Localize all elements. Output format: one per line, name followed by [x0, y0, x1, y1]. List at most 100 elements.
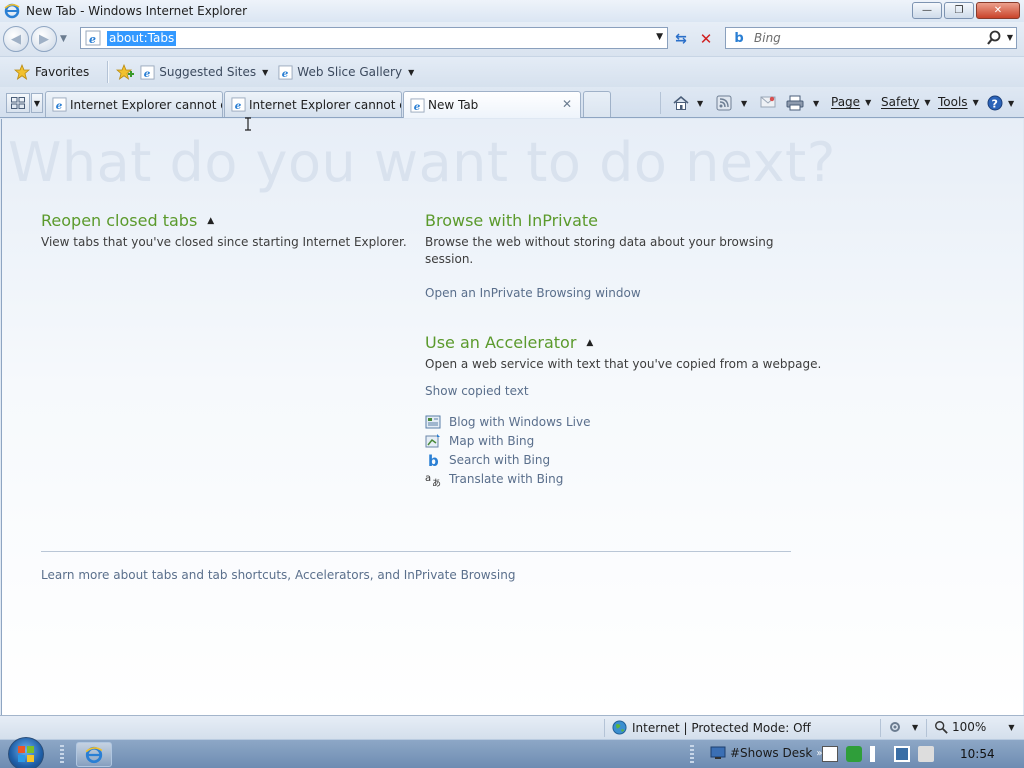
tab-label[interactable]: Internet Explorer cannot di... [70, 98, 222, 112]
learn-more-link[interactable]: Learn more about tabs and tab shortcuts,… [41, 568, 515, 582]
open-inprivate-link[interactable]: Open an InPrivate Browsing window [425, 286, 641, 300]
system-clock[interactable]: 10:54 [960, 747, 995, 761]
accelerator-item-search[interactable]: b Search with Bing [425, 452, 550, 468]
address-dropdown-icon[interactable]: ▼ [656, 32, 663, 42]
tab-list-dropdown[interactable]: ▼ [31, 93, 43, 113]
favorites-label: Favorites [35, 65, 90, 79]
close-tab-icon[interactable]: ✕ [562, 97, 572, 111]
search-icon[interactable] [986, 30, 1002, 46]
desktop-icon [710, 746, 726, 759]
chevron-down-icon[interactable]: ▼ [1008, 99, 1014, 108]
help-icon: ? [987, 95, 1003, 111]
security-zone[interactable]: Internet | Protected Mode: Off [612, 720, 811, 735]
chevron-down-icon[interactable]: ▼ [262, 68, 268, 77]
page-menu-button[interactable]: Page ▼ [831, 95, 871, 109]
read-mail-button[interactable] [760, 95, 776, 109]
tools-menu-label[interactable]: Tools [938, 95, 968, 109]
svg-text:e: e [235, 100, 242, 112]
search-placeholder[interactable]: Bing [754, 31, 781, 45]
web-slice-gallery-item[interactable]: e Web Slice Gallery ▼ [278, 64, 414, 80]
use-accelerator-heading[interactable]: Use an Accelerator ▲ [425, 333, 593, 352]
new-tab-button[interactable] [583, 91, 611, 117]
chevron-down-icon[interactable]: ▼ [408, 68, 414, 77]
globe-icon [612, 720, 627, 735]
tools-menu-button[interactable]: Tools ▼ [938, 95, 979, 109]
suggested-sites-label[interactable]: Suggested Sites [159, 65, 256, 79]
status-bar: Internet | Protected Mode: Off ▼ 100% ▼ [0, 715, 1024, 739]
page-ie-icon: e [85, 30, 101, 46]
safety-menu-button[interactable]: Safety ▼ [881, 95, 931, 109]
start-button[interactable] [8, 737, 44, 768]
taskbar-ie-button[interactable] [76, 742, 112, 767]
tab-label[interactable]: Internet Explorer cannot di... [249, 98, 401, 112]
accelerator-label[interactable]: Map with Bing [449, 434, 534, 448]
taskbar: #Shows Desk » 10:54 [0, 737, 1024, 768]
address-bar[interactable]: e about:Tabs ▼ [80, 27, 668, 49]
action-center-flag-icon[interactable] [870, 746, 886, 762]
search-box[interactable]: b Bing ▼ [725, 27, 1017, 49]
suggested-sites-item[interactable]: e Suggested Sites ▼ [140, 64, 268, 80]
tab-ie-cannot-display-1[interactable]: e Internet Explorer cannot di... [45, 91, 223, 117]
accelerator-item-map[interactable]: Map with Bing [425, 433, 534, 449]
security-shield-icon[interactable] [846, 746, 862, 762]
collapse-caret-icon[interactable]: ▲ [586, 338, 593, 348]
chevron-down-icon[interactable]: ▼ [1008, 723, 1014, 732]
notes-icon[interactable] [822, 746, 838, 762]
back-button[interactable]: ◀ [3, 26, 29, 52]
accelerator-item-blog[interactable]: Blog with Windows Live [425, 414, 591, 430]
volume-muted-icon[interactable] [918, 746, 934, 762]
show-desktop-toolbar[interactable]: #Shows Desk » [710, 746, 822, 760]
zoom-level[interactable]: 100% [952, 720, 986, 734]
network-icon[interactable] [894, 746, 910, 762]
accelerator-title[interactable]: Use an Accelerator [425, 333, 576, 352]
print-button[interactable]: ▼ [786, 95, 819, 111]
reopen-closed-tabs-heading[interactable]: Reopen closed tabs ▲ [41, 211, 214, 230]
tab-label[interactable]: New Tab [428, 98, 478, 112]
address-url[interactable]: about:Tabs [107, 30, 177, 46]
search-options-icon[interactable]: ▼ [1007, 33, 1013, 42]
taskbar-grip[interactable] [60, 745, 64, 765]
desk-label[interactable]: #Shows Desk [730, 746, 812, 760]
feeds-button[interactable]: ▼ [716, 95, 747, 111]
chevron-down-icon[interactable]: ▼ [924, 98, 930, 107]
safety-menu-label[interactable]: Safety [881, 95, 919, 109]
show-copied-text-link[interactable]: Show copied text [425, 384, 529, 398]
tab-ie-cannot-display-2[interactable]: e Internet Explorer cannot di... [224, 91, 402, 117]
chevron-down-icon[interactable]: ▼ [741, 99, 747, 108]
page-menu-label[interactable]: Page [831, 95, 860, 109]
accelerator-item-translate[interactable]: aあ Translate with Bing [425, 471, 563, 487]
home-button[interactable]: ▼ [672, 95, 703, 111]
collapse-caret-icon[interactable]: ▲ [207, 216, 214, 226]
accelerator-label[interactable]: Search with Bing [449, 453, 550, 467]
recent-pages-dropdown[interactable]: ▼ [60, 34, 67, 44]
zone-label[interactable]: Internet | Protected Mode: Off [632, 721, 811, 735]
translate-icon: aあ [425, 473, 441, 487]
quick-tabs-button[interactable] [6, 93, 30, 113]
taskbar-grip[interactable] [690, 745, 694, 765]
svg-text:b: b [428, 452, 439, 468]
close-window-button[interactable]: ✕ [976, 2, 1020, 19]
favorites-button[interactable]: Favorites [14, 64, 89, 80]
accelerator-label[interactable]: Blog with Windows Live [449, 415, 591, 429]
windows-logo-icon [18, 746, 34, 762]
svg-text:e: e [56, 100, 63, 112]
stop-icon[interactable]: ✕ [696, 29, 716, 49]
address-row: ◀ ▶ ▼ e about:Tabs ▼ ⇆ ✕ b Bing ▼ [0, 22, 1024, 56]
refresh-icon[interactable]: ⇆ [670, 29, 692, 49]
restore-button[interactable]: ❐ [944, 2, 974, 19]
tab-new-tab-active[interactable]: e New Tab ✕ [403, 91, 581, 118]
reopen-title[interactable]: Reopen closed tabs [41, 211, 197, 230]
chevron-down-icon[interactable]: ▼ [697, 99, 703, 108]
protected-mode-settings[interactable]: ▼ [888, 720, 918, 734]
forward-button[interactable]: ▶ [31, 26, 57, 52]
chevron-down-icon[interactable]: ▼ [813, 99, 819, 108]
chevron-down-icon[interactable]: ▼ [973, 98, 979, 107]
chevron-down-icon[interactable]: ▼ [865, 98, 871, 107]
add-to-favorites-bar-icon[interactable] [116, 64, 135, 80]
help-button[interactable]: ? ▼ [987, 95, 1014, 111]
minimize-button[interactable]: — [912, 2, 942, 19]
accelerator-label[interactable]: Translate with Bing [449, 472, 563, 486]
chevron-down-icon[interactable]: ▼ [912, 723, 918, 732]
zoom-control[interactable]: 100% ▼ [934, 720, 1014, 734]
web-slice-gallery-label[interactable]: Web Slice Gallery [297, 65, 402, 79]
